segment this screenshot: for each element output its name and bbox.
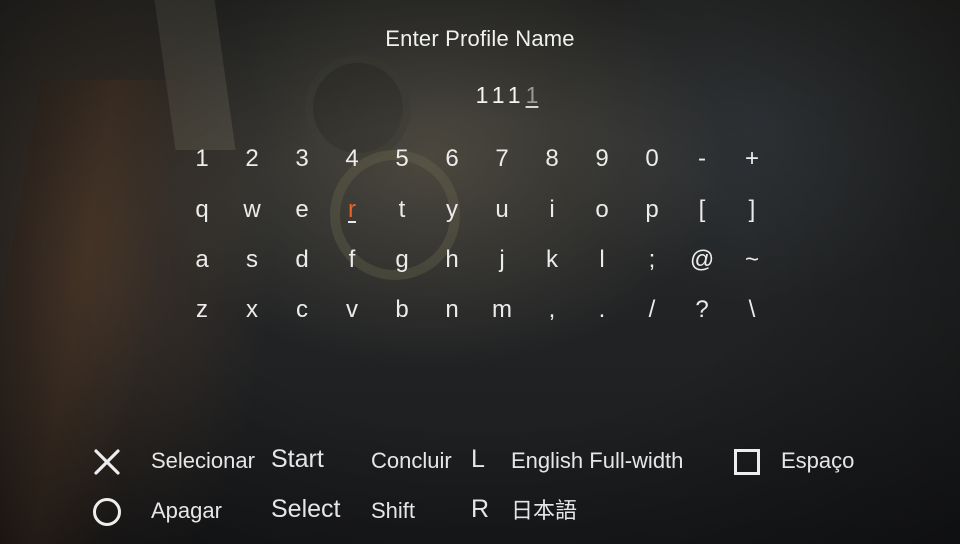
english-fullwidth-label: English Full-width <box>511 448 684 473</box>
keyboard-key[interactable]: a <box>177 240 227 280</box>
space-action-label: Espaço <box>781 448 855 473</box>
keyboard-key[interactable]: v <box>327 290 377 330</box>
keyboard-key[interactable]: o <box>577 190 627 230</box>
keyboard-key[interactable]: , <box>527 290 577 330</box>
english-fullwidth-hint: English Full-width <box>511 441 683 481</box>
square-button-icon <box>734 449 760 475</box>
keyboard-key[interactable]: k <box>527 240 577 280</box>
select-action-hint: Selecionar <box>151 441 255 481</box>
select-button-hint: Select <box>271 489 340 529</box>
profile-name-text: 111 <box>475 82 526 108</box>
l-button-hint: L <box>471 439 485 479</box>
keyboard-key[interactable]: s <box>227 240 277 280</box>
keyboard-key[interactable]: q <box>177 190 227 230</box>
keyboard-key[interactable]: ? <box>677 290 727 330</box>
keyboard-key[interactable]: [ <box>677 190 727 230</box>
delete-action-label: Apagar <box>151 498 222 523</box>
profile-name-field[interactable]: 1111 <box>0 82 960 109</box>
space-action-hint: Espaço <box>781 441 854 481</box>
circle-button-icon <box>93 498 121 526</box>
keyboard-key[interactable]: w <box>227 190 277 230</box>
keyboard-key[interactable]: 8 <box>527 139 577 179</box>
keyboard-key[interactable]: 5 <box>377 139 427 179</box>
r-button-hint: R <box>471 489 489 529</box>
select-button-label: Select <box>271 495 341 523</box>
keyboard-key[interactable]: e <box>277 190 327 230</box>
start-button-label: Start <box>271 445 324 473</box>
keyboard-key[interactable]: - <box>677 139 727 179</box>
keyboard-key[interactable]: 0 <box>627 139 677 179</box>
keyboard-key[interactable]: + <box>727 139 777 179</box>
select-action-label: Selecionar <box>151 448 255 473</box>
keyboard-key[interactable]: y <box>427 190 477 230</box>
keyboard-key[interactable]: z <box>177 290 227 330</box>
keyboard-key[interactable]: ] <box>727 190 777 230</box>
start-button-hint: Start <box>271 439 324 479</box>
keyboard-key[interactable]: \ <box>727 290 777 330</box>
keyboard-key[interactable]: r <box>327 190 377 230</box>
keyboard-key[interactable]: 7 <box>477 139 527 179</box>
keyboard-key[interactable]: c <box>277 290 327 330</box>
keyboard-key[interactable]: 6 <box>427 139 477 179</box>
keyboard-key[interactable]: m <box>477 290 527 330</box>
finish-action-hint: Concluir <box>371 441 452 481</box>
keyboard-key[interactable]: n <box>427 290 477 330</box>
keyboard-key[interactable]: l <box>577 240 627 280</box>
keyboard-key[interactable]: 9 <box>577 139 627 179</box>
japanese-hint: 日本語 <box>511 491 577 531</box>
text-cursor: 1 <box>525 82 539 108</box>
keyboard-key[interactable]: t <box>377 190 427 230</box>
keyboard-key[interactable]: ; <box>627 240 677 280</box>
keyboard-key[interactable]: i <box>527 190 577 230</box>
shift-action-label: Shift <box>371 498 416 523</box>
page-title: Enter Profile Name <box>385 26 575 51</box>
keyboard-key[interactable]: . <box>577 290 627 330</box>
cross-button-icon <box>94 449 120 475</box>
keyboard-key[interactable]: u <box>477 190 527 230</box>
keyboard-key[interactable]: 2 <box>227 139 277 179</box>
keyboard-key[interactable]: 1 <box>177 139 227 179</box>
keyboard-key[interactable]: p <box>627 190 677 230</box>
japanese-label: 日本語 <box>511 498 578 523</box>
keyboard-key[interactable]: h <box>427 240 477 280</box>
shift-action-hint: Shift <box>371 491 415 531</box>
finish-action-label: Concluir <box>371 448 452 473</box>
r-button-label: R <box>471 495 490 523</box>
keyboard-key[interactable]: g <box>377 240 427 280</box>
keyboard-key[interactable]: f <box>327 240 377 280</box>
keyboard-key[interactable]: @ <box>677 240 727 280</box>
keyboard-key[interactable]: x <box>227 290 277 330</box>
keyboard-key[interactable]: / <box>627 290 677 330</box>
l-button-label: L <box>471 445 485 473</box>
keyboard-key[interactable]: 4 <box>327 139 377 179</box>
delete-action-hint: Apagar <box>151 491 222 531</box>
keyboard-key[interactable]: d <box>277 240 327 280</box>
keyboard-key[interactable]: 3 <box>277 139 327 179</box>
keyboard-key[interactable]: b <box>377 290 427 330</box>
keyboard-key[interactable]: j <box>477 240 527 280</box>
keyboard-key[interactable]: ~ <box>727 240 777 280</box>
